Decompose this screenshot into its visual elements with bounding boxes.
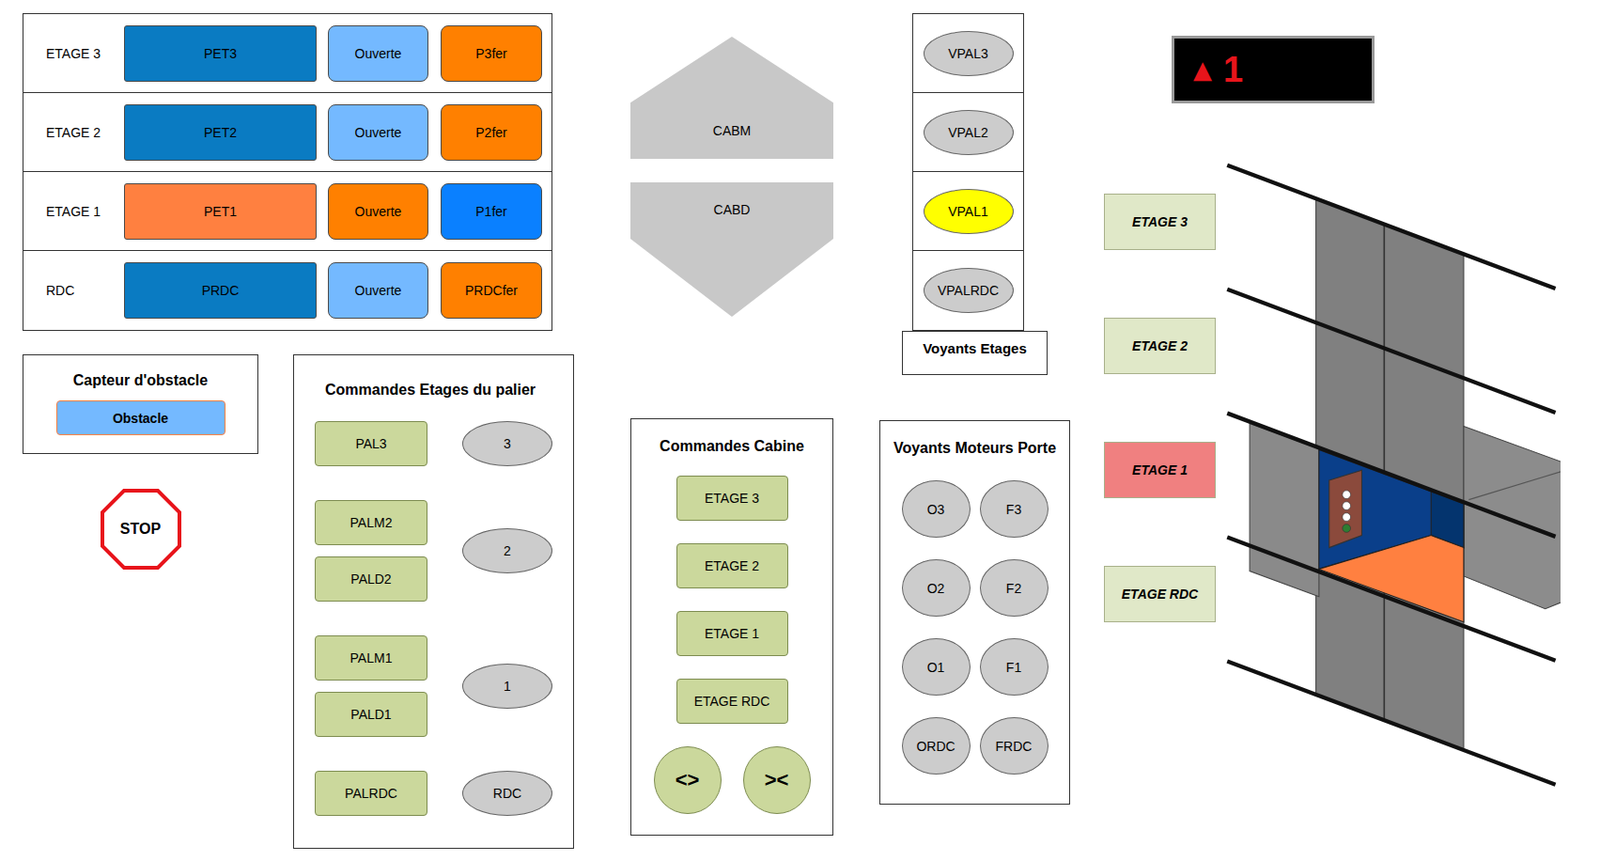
door-button[interactable]: <> [653, 745, 722, 814]
landing-call-button[interactable]: PALD2 [314, 556, 428, 602]
door-closed-sensor[interactable]: P3fer [440, 25, 543, 82]
lights-column: VPAL3 VPAL2 VPAL1 VPALRDC Voyants Etages Vo… [879, 13, 1071, 805]
cabin-floor-button[interactable]: ETAGE RDC [676, 678, 789, 724]
floor-light-row: VPAL1 [913, 171, 1024, 251]
landing-group: PAL3 3 [314, 420, 574, 467]
position-sensor[interactable]: PRDC [124, 262, 317, 319]
door-buttons: <> >< [653, 745, 811, 814]
door-motor-panel: Voyants Moteurs Porte O3F3O2F2O1F1ORDCFR… [879, 419, 1071, 805]
floor-light: VPALRDC [923, 267, 1014, 313]
landing-groups: PAL3 3 PALM2 PALD2 2 PALM1 PALD1 1 PALRDC RDC [314, 420, 574, 816]
landing-call-button[interactable]: PALRDC [314, 770, 428, 816]
floor-light: VPAL2 [923, 109, 1014, 156]
floor-tag: ETAGE 2 [1103, 317, 1216, 374]
door-motor-light: F2 [979, 559, 1049, 617]
door-open-sensor[interactable]: Ouverte [327, 25, 429, 82]
cabin-sensor-label: CABM [713, 123, 751, 139]
landing-buttons: PALM1 PALD1 [314, 635, 428, 737]
landing-indicator: RDC [462, 770, 553, 816]
landing-call-button[interactable]: PALD1 [314, 691, 428, 737]
sensor-column: Capteur d'obstacle Obstacle STOP [22, 354, 259, 849]
door-open-sensor[interactable]: Ouverte [327, 183, 429, 240]
floor-sensor-row: RDC PRDC Ouverte PRDCfer [23, 250, 552, 330]
direction-arrow-icon: ▲ [1193, 55, 1212, 84]
landing-indicator: 1 [462, 663, 553, 709]
position-sensor[interactable]: PET1 [124, 183, 317, 240]
door-motor-lights: O3F3O2F2O1F1ORDCFRDC [885, 480, 1064, 775]
landing-call-button[interactable]: PALM2 [314, 499, 428, 545]
floor-label: RDC [23, 282, 125, 298]
landing-indicator: 3 [462, 420, 553, 467]
cabin-sensor[interactable]: CABM [630, 36, 834, 159]
floor-labels: ETAGE 3 ETAGE 2 ETAGE 1 ETAGE RDC [1103, 157, 1216, 622]
floor-sensor-table: ETAGE 3 PET3 Ouverte P3ferETAGE 2 PET2 O… [22, 13, 553, 331]
floor-tag: ETAGE 1 [1103, 441, 1216, 498]
floor-sensor-row: ETAGE 2 PET2 Ouverte P2fer [23, 93, 552, 172]
door-motor-light: O2 [901, 559, 971, 617]
cabin-column: CABM CABD Commandes Cabine ETAGE 3 ETAGE 2… [630, 13, 834, 836]
cabin-floor-button[interactable]: ETAGE 3 [676, 475, 789, 521]
landing-buttons: PALRDC [314, 770, 428, 816]
door-motor-light: O3 [901, 480, 971, 538]
floor-tag: ETAGE RDC [1103, 565, 1216, 622]
door-motor-light: FRDC [979, 716, 1049, 775]
display-floor: 1 [1223, 49, 1243, 91]
door-closed-sensor[interactable]: PRDCfer [440, 262, 543, 319]
position-sensor[interactable]: PET3 [124, 25, 317, 82]
stop-label: STOP [120, 520, 161, 538]
landing-call-button[interactable]: PALM1 [314, 635, 428, 681]
landing-commands-panel: Commandes Etages du palier PAL3 3PALM2PA… [293, 354, 575, 849]
floor-light-row: VPAL3 [913, 14, 1024, 94]
shaft-row: ETAGE 3 ETAGE 2 ETAGE 1 ETAGE RDC [1103, 157, 1561, 791]
floor-light-row: VPALRDC [913, 250, 1024, 330]
floor-tag: ETAGE 3 [1103, 193, 1216, 250]
floor-label: ETAGE 1 [23, 203, 125, 219]
obstacle-button[interactable]: Obstacle [56, 400, 226, 435]
landing-group: PALRDC RDC [314, 770, 574, 816]
door-motor-light: ORDC [901, 716, 971, 775]
floor-lights-title: Voyants Etages [901, 330, 1048, 375]
floor-display: ▲ 1 [1171, 35, 1375, 104]
floor-light-row: VPAL2 [913, 93, 1024, 172]
floor-lights: VPAL3 VPAL2 VPAL1 VPALRDC [912, 13, 1025, 331]
lower-left: Capteur d'obstacle Obstacle STOP Command… [22, 354, 575, 849]
landing-indicator: 2 [462, 528, 553, 574]
door-button[interactable]: >< [743, 745, 811, 814]
floor-label: ETAGE 2 [23, 124, 125, 140]
landing-buttons: PAL3 [314, 420, 428, 467]
floor-light: VPAL1 [923, 188, 1014, 234]
panel-title: Voyants Moteurs Porte [885, 439, 1064, 457]
door-open-sensor[interactable]: Ouverte [327, 104, 429, 161]
cabin-commands-panel: Commandes Cabine ETAGE 3 ETAGE 2 ETAGE 1 ET… [630, 418, 834, 836]
floor-label: ETAGE 3 [23, 46, 125, 62]
panel-title: Commandes Cabine [659, 437, 805, 455]
shaft-column: ▲ 1 ETAGE 3 ETAGE 2 ETAGE 1 ETAGE RDC [1103, 13, 1561, 791]
floor-light: VPAL3 [923, 31, 1014, 77]
door-motor-light: F3 [979, 480, 1049, 538]
door-open-sensor[interactable]: Ouverte [327, 262, 429, 319]
landing-buttons: PALM2 PALD2 [314, 499, 428, 602]
landing-call-button[interactable]: PAL3 [314, 420, 428, 467]
door-motor-light: O1 [901, 637, 971, 696]
floor-sensor-row: ETAGE 1 PET1 Ouverte P1fer [23, 171, 552, 251]
landing-group: PALM2 PALD2 2 [314, 499, 574, 602]
cabin-sensor-label: CABD [714, 201, 751, 218]
elevator-simulator: ETAGE 3 PET3 Ouverte P3ferETAGE 2 PET2 O… [0, 0, 1600, 861]
elevator-shaft-icon [1224, 157, 1561, 791]
landing-group: PALM1 PALD1 1 [314, 635, 574, 737]
stop-button[interactable]: STOP [99, 487, 183, 571]
floor-sensor-row: ETAGE 3 PET3 Ouverte P3fer [23, 14, 552, 94]
cabin-floor-button[interactable]: ETAGE 1 [676, 610, 789, 656]
position-sensor[interactable]: PET2 [124, 104, 317, 161]
panel-title: Commandes Etages du palier [314, 381, 574, 399]
door-closed-sensor[interactable]: P2fer [440, 104, 543, 161]
panel-title: Capteur d'obstacle [73, 372, 208, 389]
obstacle-sensor-panel: Capteur d'obstacle Obstacle [22, 354, 259, 454]
left-column: ETAGE 3 PET3 Ouverte P3ferETAGE 2 PET2 O… [22, 13, 575, 849]
door-motor-light: F1 [979, 637, 1049, 696]
cabin-sensor[interactable]: CABD [630, 182, 834, 317]
door-closed-sensor[interactable]: P1fer [440, 183, 543, 240]
cabin-floor-button[interactable]: ETAGE 2 [676, 543, 789, 589]
